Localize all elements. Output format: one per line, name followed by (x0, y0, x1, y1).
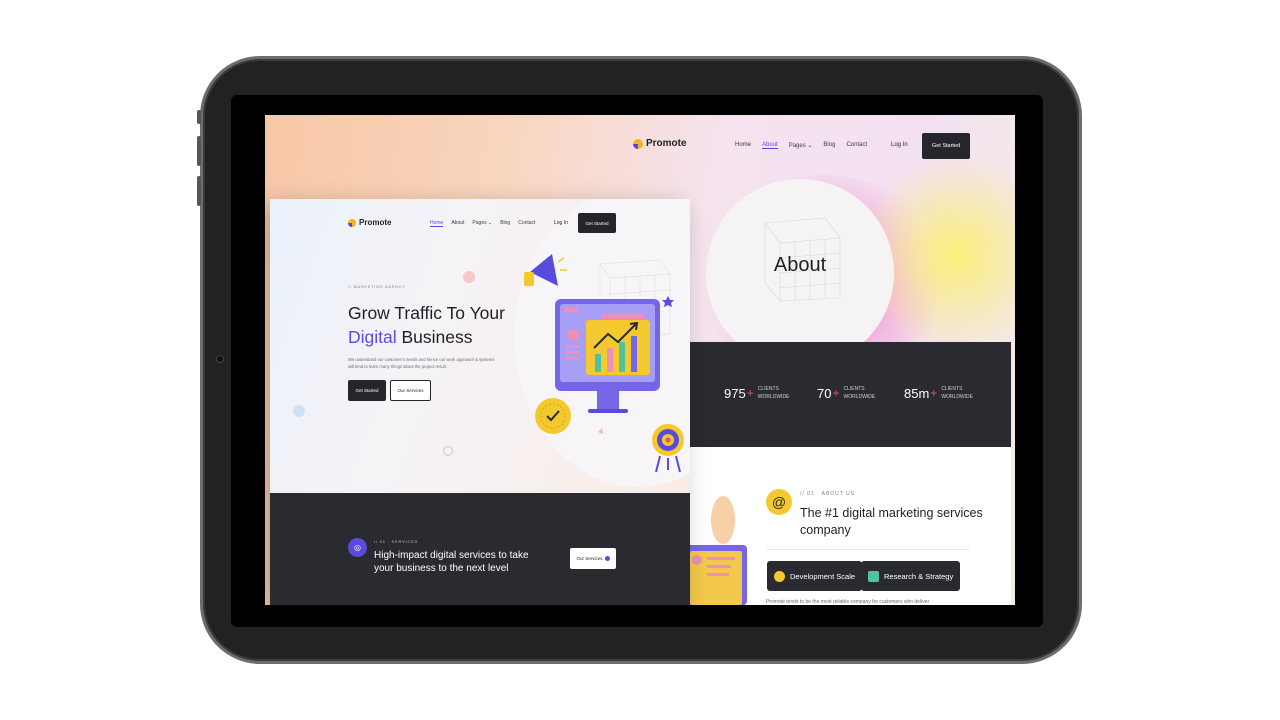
stat-item: 975 + CLIENTS WORLDWIDE (724, 385, 789, 401)
camera-icon (216, 355, 224, 363)
nav-blog[interactable]: Blog (823, 142, 835, 149)
tablet-screen: Promote Home About Pages ⌄ Blog Contact … (265, 115, 1015, 605)
stat-value: 975 (724, 385, 746, 401)
services-title: High-impact digital services to take you… (374, 550, 529, 574)
tablet-volume-button (197, 176, 201, 206)
page-title: About (773, 254, 827, 276)
login-link[interactable]: Log In (554, 220, 568, 226)
nav-contact[interactable]: Contact (518, 220, 535, 227)
feature-chip[interactable]: Development Scale (767, 561, 863, 591)
nav-blog[interactable]: Blog (500, 220, 510, 227)
decor-dot (463, 271, 475, 283)
arrow-dot-icon (604, 556, 610, 561)
nav-contact[interactable]: Contact (846, 142, 867, 149)
hero-section: Promote Home About Pages ⌄ Blog Contact … (270, 199, 690, 493)
section-heading: The #1 digital marketing services compan… (800, 506, 983, 537)
hero-description: We understand our customer's needs and h… (348, 357, 495, 369)
chevron-down-icon: ⌄ (488, 220, 493, 226)
stat-value: 85m (904, 385, 930, 401)
marketing-illustration (524, 254, 684, 473)
stat-suffix: + (930, 386, 938, 400)
nav-pages[interactable]: Pages ⌄ (789, 142, 813, 149)
hero-title: Grow Traffic To Your Digital Business (348, 303, 505, 347)
stat-value: 70 (817, 385, 832, 401)
chip-label: Research & Strategy (884, 571, 954, 581)
tablet-side-button (197, 110, 201, 124)
decor-dot (443, 446, 453, 456)
badge-icon (774, 570, 785, 582)
get-started-button[interactable]: Get Started (922, 133, 970, 159)
nav-home[interactable]: Home (735, 142, 751, 149)
nav-pages[interactable]: Pages ⌄ (472, 220, 492, 227)
stat-item: 70 + CLIENTS WORLDWIDE (817, 385, 875, 401)
feature-chip[interactable]: Research & Strategy (861, 561, 961, 591)
hero-get-started-button[interactable]: Get Started (348, 380, 386, 401)
our-services-button[interactable]: Our Services (390, 380, 431, 401)
at-sign-icon: @ (766, 489, 792, 515)
brand-logo[interactable]: Promote (348, 218, 391, 227)
body-text: Promote tends to be the most reliable co… (766, 599, 930, 605)
nav-home[interactable]: Home (430, 220, 444, 227)
stat-suffix: + (746, 386, 754, 400)
services-icon: ◎ (348, 538, 367, 557)
hero-kicker: // MARKETING AGENCY (348, 285, 406, 289)
chip-label: Development Scale (790, 571, 856, 581)
stat-label: CLIENTS WORLDWIDE (757, 386, 790, 400)
main-nav: Home About Pages ⌄ Blog Contact (430, 220, 535, 227)
get-started-button[interactable]: Get Started (578, 213, 616, 233)
tablet-volume-button (197, 136, 201, 166)
divider (766, 549, 970, 550)
stat-item: 85m + CLIENTS WORLDWIDE (904, 385, 973, 401)
logo-icon (348, 218, 356, 227)
chevron-down-icon: ⌄ (807, 143, 813, 149)
home-page-screenshot: Promote Home About Pages ⌄ Blog Contact … (270, 199, 690, 605)
brand-name: Promote (359, 218, 392, 227)
section-kicker: // 01 . ABOUT US (800, 491, 856, 497)
login-link[interactable]: Log In (891, 142, 908, 148)
services-button-label: Our Services (576, 556, 603, 561)
services-kicker: // 01 . SERVICES (374, 539, 419, 544)
flag-icon (868, 570, 879, 582)
stat-label: CLIENTS WORLDWIDE (843, 386, 876, 400)
stat-suffix: + (832, 386, 840, 400)
logo-icon (633, 138, 643, 149)
brand-name: Promote (646, 138, 687, 149)
main-nav: Home About Pages ⌄ Blog Contact (735, 142, 867, 149)
services-button[interactable]: Our Services (570, 548, 616, 569)
decor-dot (293, 405, 305, 417)
nav-about[interactable]: About (451, 220, 464, 227)
illustration-peek (685, 496, 747, 605)
stat-label: CLIENTS WORLDWIDE (941, 386, 973, 400)
nav-about[interactable]: About (762, 142, 778, 149)
services-section: ◎ // 01 . SERVICES High-impact digital s… (270, 493, 690, 605)
brand-logo[interactable]: Promote (633, 138, 687, 149)
